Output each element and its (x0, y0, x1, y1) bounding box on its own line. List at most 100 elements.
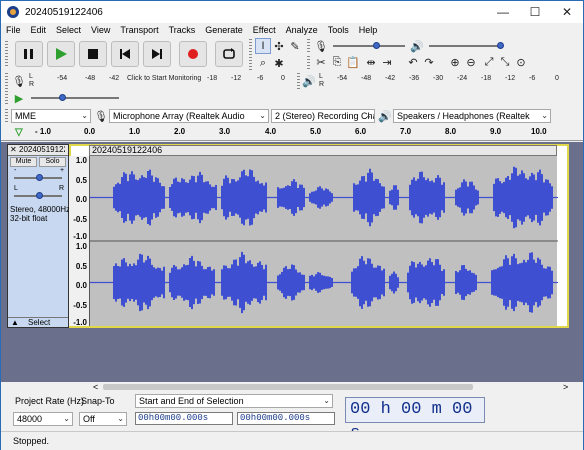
minimize-button[interactable]: — (487, 1, 519, 23)
pause-button[interactable] (15, 41, 43, 67)
play-at-speed-icon[interactable]: ▶ (11, 90, 27, 106)
device-speaker-icon: 🔊 (378, 110, 392, 123)
paste-icon[interactable]: 📋 (345, 54, 361, 70)
maximize-button[interactable]: ☐ (519, 1, 551, 23)
timeline-ruler[interactable]: ▽ - 1.0 0.0 1.0 2.0 3.0 4.0 5.0 6.0 7.0 … (1, 126, 583, 141)
fit-project-icon[interactable]: ⤡ (497, 54, 513, 70)
recording-channels-select[interactable]: 2 (Stereo) Recording Cha ⌄ (271, 109, 375, 123)
scroll-left-icon[interactable]: < (93, 382, 98, 392)
play-head-icon[interactable]: ▽ (15, 127, 23, 138)
status-bar: Stopped. (1, 431, 583, 450)
fit-selection-icon[interactable]: ⤢ (481, 54, 497, 70)
play-button[interactable] (47, 41, 75, 67)
pause-icon (24, 49, 33, 59)
gain-slider[interactable] (14, 173, 62, 183)
clip-name[interactable]: 20240519122406 (89, 145, 557, 156)
playback-meter[interactable]: -54 -48 -42 -36 -30 -24 -18 -12 -6 0 (327, 75, 577, 84)
menu-tools[interactable]: Tools (323, 25, 354, 35)
playback-volume-slider[interactable] (429, 41, 504, 51)
selection-end-time[interactable]: 00h00m00.000s (237, 412, 335, 425)
zoom-out-icon[interactable]: ⊖ (463, 54, 479, 70)
play-speed-slider[interactable] (31, 93, 119, 103)
skip-start-button[interactable] (111, 41, 139, 67)
menu-help[interactable]: Help (354, 25, 383, 35)
device-grip[interactable] (5, 109, 8, 123)
track-control-panel[interactable]: ✕ 20240519122406 Mute Solo - + L R Stere… (7, 144, 71, 328)
redo-icon[interactable]: ↷ (421, 54, 437, 70)
pan-slider[interactable] (14, 191, 62, 201)
audio-position-time[interactable]: 00 h 00 m 00 s (345, 397, 485, 443)
menu-transport[interactable]: Transport (115, 25, 163, 35)
selection-mode-select[interactable]: Start and End of Selection ⌄ (135, 394, 333, 408)
loop-button[interactable] (215, 41, 243, 67)
play-icon (56, 48, 67, 60)
select-track-button[interactable]: Select (28, 318, 50, 327)
record-volume-slider[interactable] (333, 41, 405, 51)
playback-meter-speaker-icon[interactable]: 🔊 (301, 73, 317, 89)
zoom-toggle-icon[interactable]: ⊙ (513, 54, 529, 70)
tools-grip[interactable] (249, 39, 252, 71)
cut-icon[interactable]: ✂ (313, 54, 329, 70)
mixer-grip[interactable] (307, 39, 310, 53)
collapse-track-icon[interactable]: ▲ (11, 318, 19, 327)
menu-view[interactable]: View (86, 25, 115, 35)
close-button[interactable]: ✕ (551, 1, 583, 23)
snap-to-label: Snap-To (81, 396, 115, 406)
audio-host-select[interactable]: MME ⌄ (11, 109, 91, 123)
selection-start-time[interactable]: 00h00m00.000s (135, 412, 233, 425)
silence-icon[interactable]: ⇥ (379, 54, 395, 70)
menu-analyze[interactable]: Analyze (281, 25, 323, 35)
audacity-logo-icon (7, 6, 19, 18)
menu-file[interactable]: File (1, 25, 26, 35)
trim-icon[interactable]: ⇹ (363, 54, 379, 70)
playback-meter-grip[interactable] (297, 73, 300, 89)
mute-button[interactable]: Mute (10, 157, 37, 167)
solo-button[interactable]: Solo (39, 157, 66, 167)
track-close-button[interactable]: ✕ (10, 145, 17, 155)
track-format-info: Stereo, 48000Hz (10, 205, 71, 214)
track-sample-format: 32-bit float (10, 214, 48, 223)
record-button[interactable] (179, 41, 207, 67)
menu-tracks[interactable]: Tracks (164, 25, 201, 35)
mic-icon: 🎙 (314, 40, 328, 53)
record-meter-mic-icon[interactable]: 🎙 (11, 73, 27, 89)
device-mic-icon: 🎙 (94, 110, 108, 123)
stop-button[interactable] (79, 41, 107, 67)
selection-tool-icon[interactable]: I (255, 38, 271, 54)
project-rate-label: Project Rate (Hz) (15, 396, 85, 406)
loop-icon (223, 48, 235, 59)
waveform-display[interactable] (89, 156, 558, 326)
recording-device-select[interactable]: Microphone Array (Realtek Audio ⌄ (109, 109, 269, 123)
edit-grip[interactable] (307, 56, 310, 70)
menu-effect[interactable]: Effect (248, 25, 281, 35)
snap-to-select[interactable]: Off ⌄ (79, 412, 127, 426)
skip-end-button[interactable] (143, 41, 171, 67)
envelope-tool-icon[interactable]: ✣ (271, 38, 287, 54)
menu-generate[interactable]: Generate (200, 25, 248, 35)
playback-device-select[interactable]: Speakers / Headphones (Realtek ⌄ (393, 109, 551, 123)
scroll-thumb[interactable] (103, 384, 473, 390)
window-title: 20240519122406 (25, 6, 103, 18)
waveform-svg (89, 166, 558, 314)
menu-edit[interactable]: Edit (26, 25, 52, 35)
selection-toolbar: Project Rate (Hz) 48000 ⌄ Snap-To Off ⌄ St… (1, 392, 583, 430)
track-name-menu[interactable]: 20240519122406 (19, 145, 65, 155)
skip-end-icon (152, 49, 162, 59)
undo-icon[interactable]: ↶ (405, 54, 421, 70)
zoom-tool-icon[interactable]: ⌕ (255, 55, 271, 71)
draw-tool-icon[interactable]: ✎ (287, 38, 303, 54)
multi-tool-icon[interactable]: ✱ (271, 55, 287, 71)
menu-select[interactable]: Select (51, 25, 86, 35)
record-meter[interactable]: -54 -48 -42 Click to Start Monitoring -1… (37, 75, 297, 84)
horizontal-scrollbar[interactable]: < > (1, 382, 583, 392)
play-speed-grip[interactable] (5, 91, 8, 105)
toolbar-grip[interactable] (5, 41, 8, 67)
scroll-right-icon[interactable]: > (563, 382, 568, 392)
copy-icon[interactable]: ⎘ (329, 54, 345, 70)
project-rate-select[interactable]: 48000 ⌄ (13, 412, 73, 426)
app-window: 20240519122406 — ☐ ✕ File Edit Select Vi… (0, 0, 584, 450)
zoom-in-icon[interactable]: ⊕ (447, 54, 463, 70)
skip-start-icon (120, 49, 130, 59)
amplitude-scale[interactable]: 1.0 0.5 0.0 -0.5 -1.0 1.0 0.5 0.0 -0.5 -… (69, 156, 89, 327)
record-meter-grip[interactable] (5, 73, 8, 89)
